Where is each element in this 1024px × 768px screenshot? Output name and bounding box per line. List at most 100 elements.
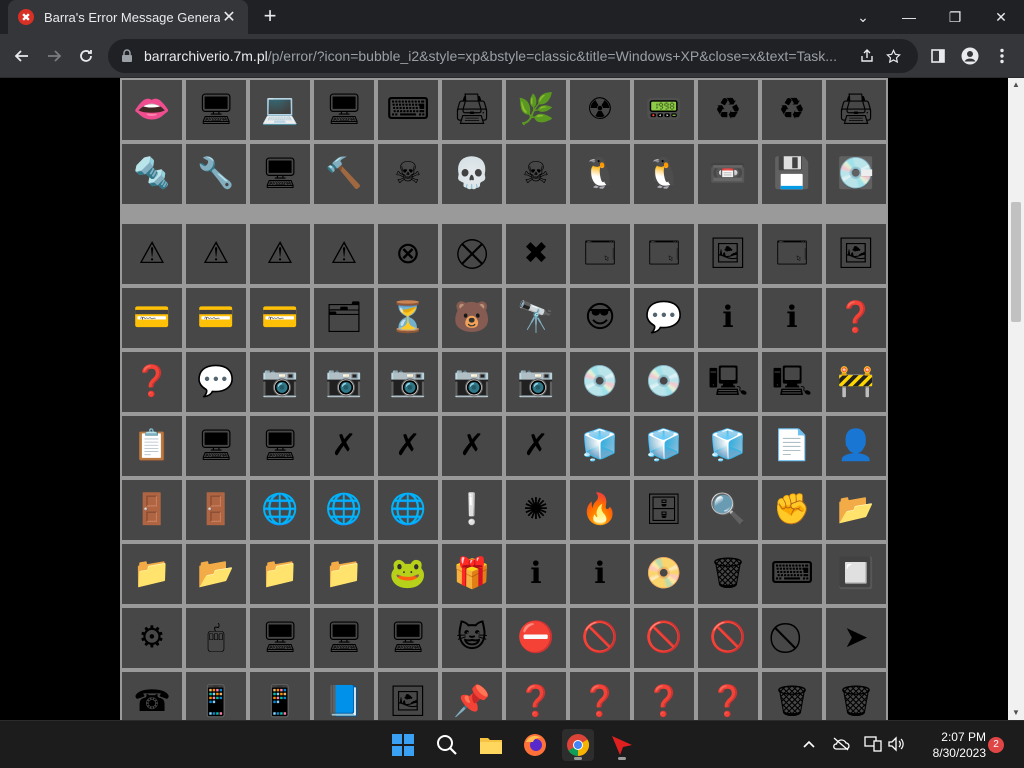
icon-option[interactable]: 🐻 bbox=[442, 288, 502, 348]
icon-option[interactable]: 🖳 bbox=[698, 352, 758, 412]
icon-option[interactable]: 🔨 bbox=[314, 144, 374, 204]
icon-option[interactable]: 🖼 bbox=[378, 672, 438, 720]
icon-option[interactable]: ✗ bbox=[314, 416, 374, 476]
volume-icon[interactable] bbox=[885, 733, 907, 755]
icon-option[interactable]: 📷 bbox=[378, 352, 438, 412]
restore-button[interactable]: ❐ bbox=[932, 0, 978, 34]
icon-option[interactable]: ℹ bbox=[762, 288, 822, 348]
icon-option[interactable]: 📄 bbox=[762, 416, 822, 476]
icon-option[interactable]: 💬 bbox=[634, 288, 694, 348]
share-icon[interactable] bbox=[854, 43, 880, 69]
icon-option[interactable]: ✗ bbox=[378, 416, 438, 476]
icon-option[interactable]: 📘 bbox=[314, 672, 374, 720]
icon-option[interactable]: 💽 bbox=[826, 144, 886, 204]
bookmark-star-icon[interactable] bbox=[880, 43, 906, 69]
icon-option[interactable]: ⚙ bbox=[122, 608, 182, 668]
icon-option[interactable]: ⚠ bbox=[186, 224, 246, 284]
icon-option[interactable]: 📁 bbox=[122, 544, 182, 604]
system-clock[interactable]: 2:07 PM 8/30/2023 bbox=[910, 729, 986, 761]
new-tab-button[interactable]: + bbox=[258, 4, 282, 28]
side-panel-button[interactable] bbox=[924, 42, 952, 70]
icon-option[interactable]: 🧊 bbox=[634, 416, 694, 476]
show-hidden-icons-chevron-icon[interactable] bbox=[798, 733, 820, 755]
icon-option[interactable]: 📀 bbox=[634, 544, 694, 604]
icon-option[interactable]: ❓ bbox=[506, 672, 566, 720]
reload-button[interactable] bbox=[72, 42, 100, 70]
search-button[interactable] bbox=[431, 729, 463, 761]
chrome-button[interactable] bbox=[562, 729, 594, 761]
icon-option[interactable]: 💾 bbox=[762, 144, 822, 204]
icon-option[interactable]: 🌐 bbox=[314, 480, 374, 540]
error-generator-app-button[interactable] bbox=[606, 729, 638, 761]
icon-option[interactable]: 🔲 bbox=[826, 544, 886, 604]
icon-option[interactable]: ❓ bbox=[698, 672, 758, 720]
icon-option[interactable]: ❕ bbox=[442, 480, 502, 540]
icon-option[interactable]: 🖥 bbox=[250, 144, 310, 204]
icon-option[interactable]: 🖥 bbox=[314, 80, 374, 140]
icon-option[interactable]: 🗑 bbox=[698, 544, 758, 604]
icon-option[interactable]: 🖼 bbox=[826, 224, 886, 284]
icon-option[interactable]: ❓ bbox=[570, 672, 630, 720]
scroll-up-arrow-icon[interactable]: ▲ bbox=[1008, 78, 1024, 92]
icon-option[interactable]: 🚫 bbox=[634, 608, 694, 668]
profile-button[interactable] bbox=[956, 42, 984, 70]
icon-option[interactable]: 🔍 bbox=[698, 480, 758, 540]
back-button[interactable] bbox=[8, 42, 36, 70]
icon-option[interactable]: 📁 bbox=[314, 544, 374, 604]
icon-option[interactable]: 🖥 bbox=[250, 608, 310, 668]
network-icon[interactable] bbox=[862, 733, 884, 755]
browser-tab[interactable]: ✖ Barra's Error Message Generator ✕ bbox=[8, 0, 248, 34]
icon-option[interactable]: ⚠ bbox=[122, 224, 182, 284]
icon-option[interactable]: 🖱 bbox=[186, 608, 246, 668]
icon-option[interactable]: ✗ bbox=[442, 416, 502, 476]
icon-option[interactable]: 📷 bbox=[442, 352, 502, 412]
icon-option[interactable]: 🗔 bbox=[634, 224, 694, 284]
icon-option[interactable]: ⌨ bbox=[762, 544, 822, 604]
icon-option[interactable]: 🚪 bbox=[122, 480, 182, 540]
icon-option[interactable]: 🧊 bbox=[570, 416, 630, 476]
icon-option[interactable]: 🗔 bbox=[762, 224, 822, 284]
icon-option[interactable]: 💿 bbox=[634, 352, 694, 412]
icon-option[interactable]: ⏳ bbox=[378, 288, 438, 348]
icon-option[interactable]: ⛔ bbox=[506, 608, 566, 668]
icon-option[interactable]: ♻ bbox=[762, 80, 822, 140]
icon-option[interactable]: ♻ bbox=[698, 80, 758, 140]
notification-count-badge[interactable]: 2 bbox=[988, 737, 1004, 753]
icon-option[interactable]: 🐧 bbox=[634, 144, 694, 204]
icon-option[interactable]: 🖼 bbox=[698, 224, 758, 284]
icon-option[interactable]: 😎 bbox=[570, 288, 630, 348]
minimize-button[interactable]: — bbox=[886, 0, 932, 34]
icon-option[interactable]: 🐧 bbox=[570, 144, 630, 204]
icon-option[interactable]: 🖥 bbox=[250, 416, 310, 476]
icon-option[interactable]: 🖥 bbox=[186, 80, 246, 140]
icon-option[interactable]: 🌿 bbox=[506, 80, 566, 140]
icon-option[interactable]: ✊ bbox=[762, 480, 822, 540]
icon-option[interactable]: ❓ bbox=[634, 672, 694, 720]
tab-search-button[interactable]: ⌄ bbox=[840, 0, 886, 34]
icon-option[interactable]: ✗ bbox=[506, 416, 566, 476]
icon-option[interactable]: ⛒ bbox=[442, 224, 502, 284]
icon-option[interactable]: ℹ bbox=[698, 288, 758, 348]
icon-option[interactable]: 💳 bbox=[122, 288, 182, 348]
icon-option[interactable]: 🚪 bbox=[186, 480, 246, 540]
icon-option[interactable]: 📂 bbox=[186, 544, 246, 604]
icon-option[interactable]: 📁 bbox=[250, 544, 310, 604]
icon-option[interactable]: 😺 bbox=[442, 608, 502, 668]
icon-option[interactable]: 🖥 bbox=[186, 416, 246, 476]
icon-option[interactable]: 📷 bbox=[314, 352, 374, 412]
icon-option[interactable]: 🖥 bbox=[314, 608, 374, 668]
icon-option[interactable]: ☠ bbox=[506, 144, 566, 204]
icon-option[interactable]: 💿 bbox=[570, 352, 630, 412]
icon-option[interactable]: ✺ bbox=[506, 480, 566, 540]
scrollbar-thumb[interactable] bbox=[1011, 202, 1021, 322]
icon-option[interactable]: ❓ bbox=[122, 352, 182, 412]
icon-option[interactable]: 🚧 bbox=[826, 352, 886, 412]
icon-option[interactable]: 🔭 bbox=[506, 288, 566, 348]
icon-option[interactable]: ⌨ bbox=[378, 80, 438, 140]
icon-option[interactable]: 📂 bbox=[826, 480, 886, 540]
icon-option[interactable]: 👄 bbox=[122, 80, 182, 140]
icon-option[interactable]: 💳 bbox=[250, 288, 310, 348]
icon-option[interactable]: 🗑 bbox=[762, 672, 822, 720]
icon-option[interactable]: 📼 bbox=[698, 144, 758, 204]
icon-option[interactable]: 🗄 bbox=[634, 480, 694, 540]
